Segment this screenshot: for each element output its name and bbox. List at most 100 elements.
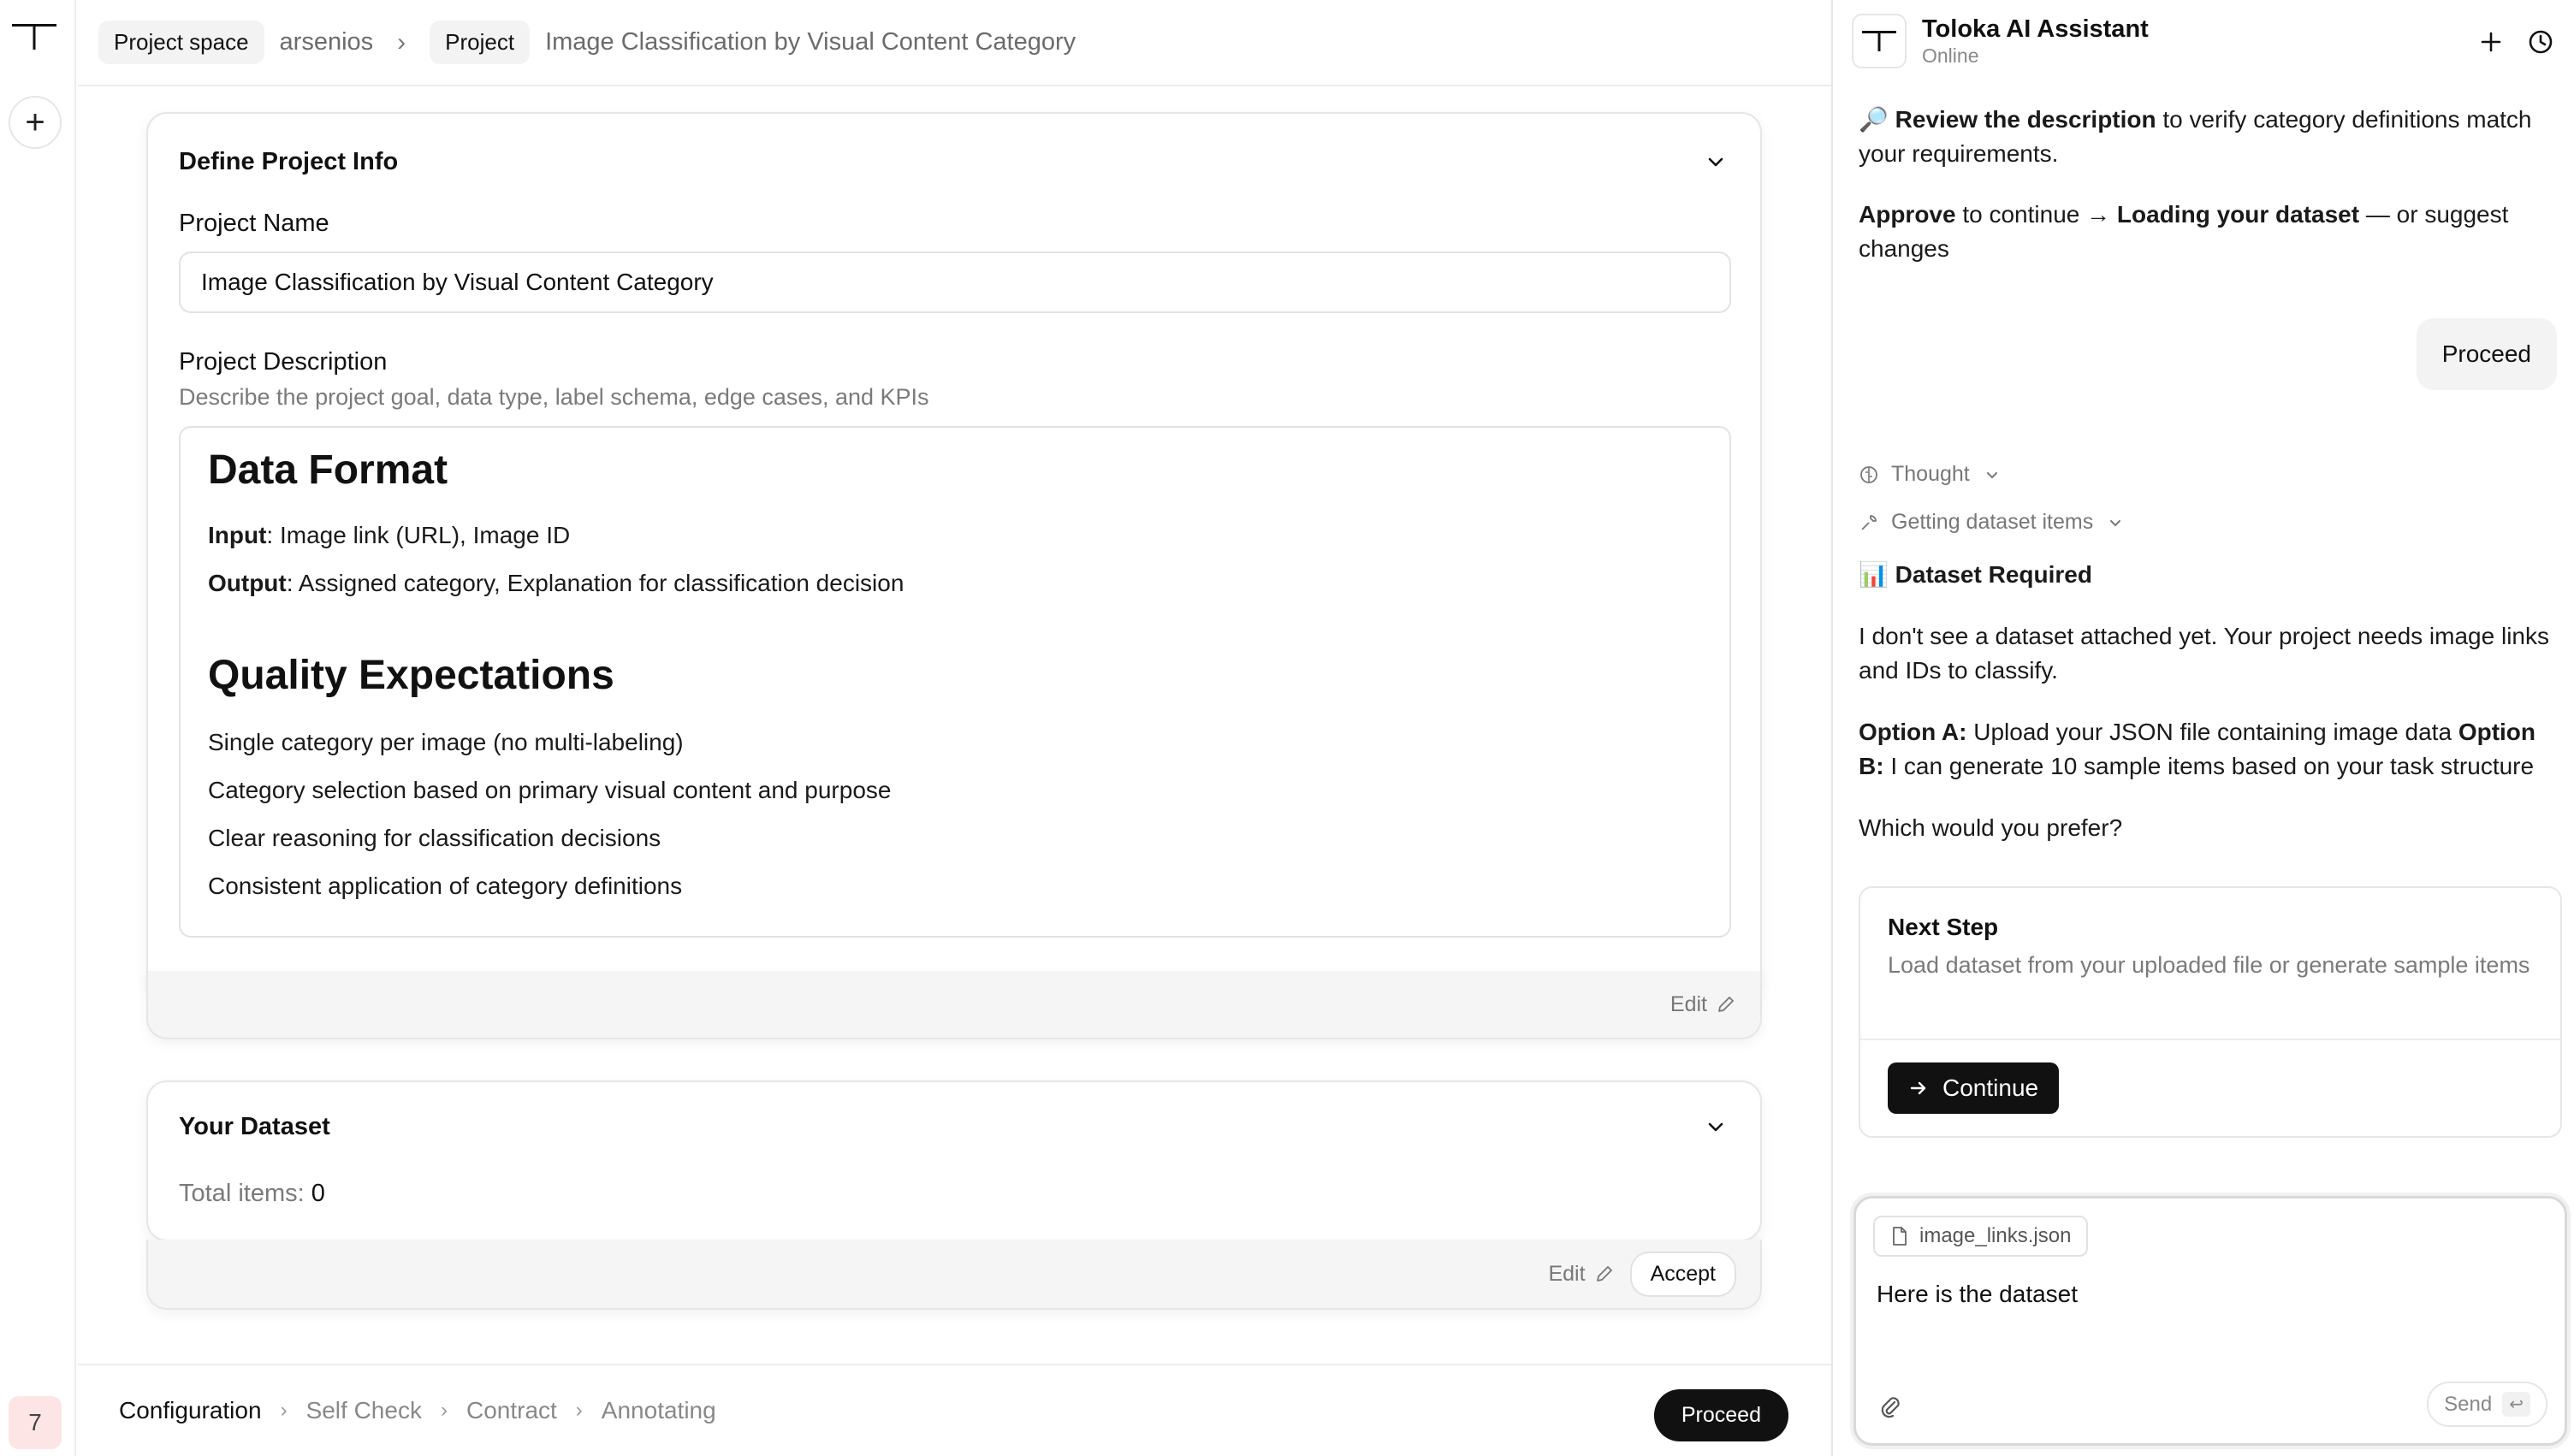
dataset-required-heading: 📊 Dataset Required — [1859, 558, 2560, 592]
chevron-down-icon[interactable] — [1705, 1116, 1726, 1137]
notification-badge[interactable]: 7 — [9, 1396, 62, 1449]
breadcrumb-project-title: Image Classification by Visual Content C… — [545, 28, 1076, 56]
quality-item: Single category per image (no multi-labe… — [208, 729, 684, 755]
edit-dataset-button[interactable]: Edit — [1548, 1262, 1614, 1287]
quality-heading: Quality Expectations — [208, 653, 614, 698]
user-message-bubble: Proceed — [2416, 318, 2557, 390]
step-self-check[interactable]: Self Check — [306, 1397, 422, 1424]
project-description-editor[interactable]: Data Format Input: Image link (URL), Ima… — [179, 426, 1731, 938]
assistant-message-approve: Approve to continue → Loading your datas… — [1859, 198, 2560, 266]
tool-call-toggle[interactable]: Getting dataset items — [1859, 510, 2126, 535]
chevron-down-icon[interactable] — [1705, 151, 1726, 172]
card-title: Define Project Info — [179, 148, 399, 175]
approve-text: to continue → — [1955, 201, 2117, 228]
data-format-heading: Data Format — [208, 447, 448, 493]
main-content: Define Project Info Project Name Image C… — [78, 88, 1831, 1363]
plus-icon[interactable] — [2476, 27, 2506, 56]
breadcrumb-project[interactable]: Project — [430, 21, 531, 64]
composer-input[interactable]: Here is the dataset — [1877, 1281, 2078, 1308]
project-description-label: Project Description — [179, 348, 388, 376]
magnifier-emoji: 🔎 — [1859, 106, 1889, 133]
assistant-header: Toloka AI Assistant Online — [1833, 0, 2574, 86]
approve-bold: Approve — [1859, 201, 1956, 228]
output-line: Output: Assigned category, Explanation f… — [208, 570, 904, 597]
output-label: Output — [208, 570, 287, 596]
thought-toggle[interactable]: Thought — [1859, 462, 2002, 487]
assistant-question: Which would you prefer? — [1859, 814, 2123, 841]
review-bold: Review the description — [1895, 106, 2156, 133]
divider — [1860, 1039, 2560, 1040]
breadcrumb: Project space arsenios › Project Image C… — [78, 0, 1831, 86]
proceed-button[interactable]: Proceed — [1653, 1389, 1788, 1441]
project-name-label: Project Name — [179, 210, 329, 237]
input-value: : Image link (URL), Image ID — [266, 522, 571, 548]
project-info-footer: Edit — [146, 971, 1762, 1039]
send-label: Send — [2444, 1392, 2493, 1416]
total-items-value: 0 — [311, 1180, 325, 1207]
new-project-button[interactable]: + — [9, 96, 62, 149]
input-line: Input: Image link (URL), Image ID — [208, 522, 570, 549]
assistant-avatar — [1852, 14, 1907, 68]
pencil-icon — [1596, 1266, 1612, 1281]
dataset-required-text: Dataset Required — [1895, 561, 2092, 588]
project-info-card: Define Project Info Project Name Image C… — [146, 112, 1762, 995]
edit-label: Edit — [1548, 1261, 1586, 1286]
step-configuration[interactable]: Configuration — [119, 1397, 262, 1424]
plus-icon: + — [25, 103, 45, 141]
project-name-input[interactable]: Image Classification by Visual Content C… — [179, 252, 1731, 313]
assistant-message-options: Option A: Upload your JSON file containi… — [1859, 715, 2567, 784]
wrench-icon — [1861, 514, 1877, 530]
left-rail: + 7 — [0, 0, 76, 1456]
option-a-text: Upload your JSON file containing image d… — [1966, 719, 2458, 745]
assistant-name: Toloka AI Assistant — [1922, 15, 2149, 43]
chevron-down-icon — [2110, 519, 2121, 526]
attachment-chip[interactable]: image_links.json — [1873, 1216, 2089, 1257]
total-items-label: Total items: — [179, 1180, 305, 1207]
dataset-card: Your Dataset Total items: 0 — [146, 1080, 1762, 1241]
step-contract[interactable]: Contract — [466, 1397, 557, 1424]
assistant-status: Online — [1922, 44, 1979, 67]
chevron-right-icon: › — [440, 1399, 448, 1422]
chevron-right-icon: › — [280, 1399, 288, 1422]
next-step-card: Next Step Load dataset from your uploade… — [1859, 886, 2562, 1138]
enter-key-icon: ↩ — [2502, 1392, 2530, 1417]
quality-item: Clear reasoning for classification decis… — [208, 825, 661, 851]
assistant-panel: Toloka AI Assistant Online 🔎 Review the … — [1831, 0, 2574, 1456]
chevron-right-icon: › — [397, 27, 406, 56]
option-a-label: Option A: — [1859, 719, 1967, 745]
file-icon — [1893, 1227, 1907, 1246]
continue-label: Continue — [1942, 1074, 2039, 1101]
chevron-down-icon — [1986, 471, 1997, 478]
edit-project-info-button[interactable]: Edit — [1670, 992, 1736, 1017]
history-icon[interactable] — [2526, 27, 2555, 56]
option-b-text: I can generate 10 sample items based on … — [1883, 753, 2535, 779]
breadcrumb-user[interactable]: arsenios — [280, 28, 374, 56]
next-step-title: Next Step — [1888, 914, 1999, 940]
quality-item: Category selection based on primary visu… — [208, 777, 892, 803]
input-label: Input — [208, 522, 267, 548]
chevron-right-icon: › — [575, 1399, 583, 1422]
continue-button[interactable]: Continue — [1888, 1062, 2060, 1114]
edit-label: Edit — [1670, 991, 1707, 1016]
output-value: : Assigned category, Explanation for cla… — [286, 570, 904, 596]
toloka-logo-icon — [1862, 31, 1896, 51]
send-button[interactable]: Send ↩ — [2427, 1382, 2547, 1427]
project-description-hint: Describe the project goal, data type, la… — [179, 384, 929, 410]
dataset-footer: Edit Accept — [146, 1240, 1762, 1310]
total-items: Total items: 0 — [179, 1180, 325, 1208]
assistant-message-review: 🔎 Review the description to verify categ… — [1859, 103, 2560, 171]
loading-bold: Loading your dataset — [2116, 201, 2360, 228]
thought-label: Thought — [1891, 462, 1970, 486]
brain-icon — [1860, 465, 1877, 483]
workflow-stepper: Configuration › Self Check › Contract › … — [78, 1364, 1831, 1456]
accept-button[interactable]: Accept — [1629, 1251, 1736, 1297]
card-title: Your Dataset — [179, 1113, 330, 1140]
chart-emoji: 📊 — [1859, 561, 1889, 588]
pencil-icon — [1718, 997, 1734, 1012]
quality-item: Consistent application of category defin… — [208, 873, 683, 899]
step-annotating[interactable]: Annotating — [602, 1397, 716, 1424]
toloka-logo-icon[interactable] — [10, 19, 58, 53]
message-composer[interactable]: image_links.json Here is the dataset Sen… — [1853, 1196, 2567, 1446]
paperclip-icon[interactable] — [1877, 1394, 1904, 1421]
breadcrumb-project-space[interactable]: Project space — [98, 21, 264, 64]
